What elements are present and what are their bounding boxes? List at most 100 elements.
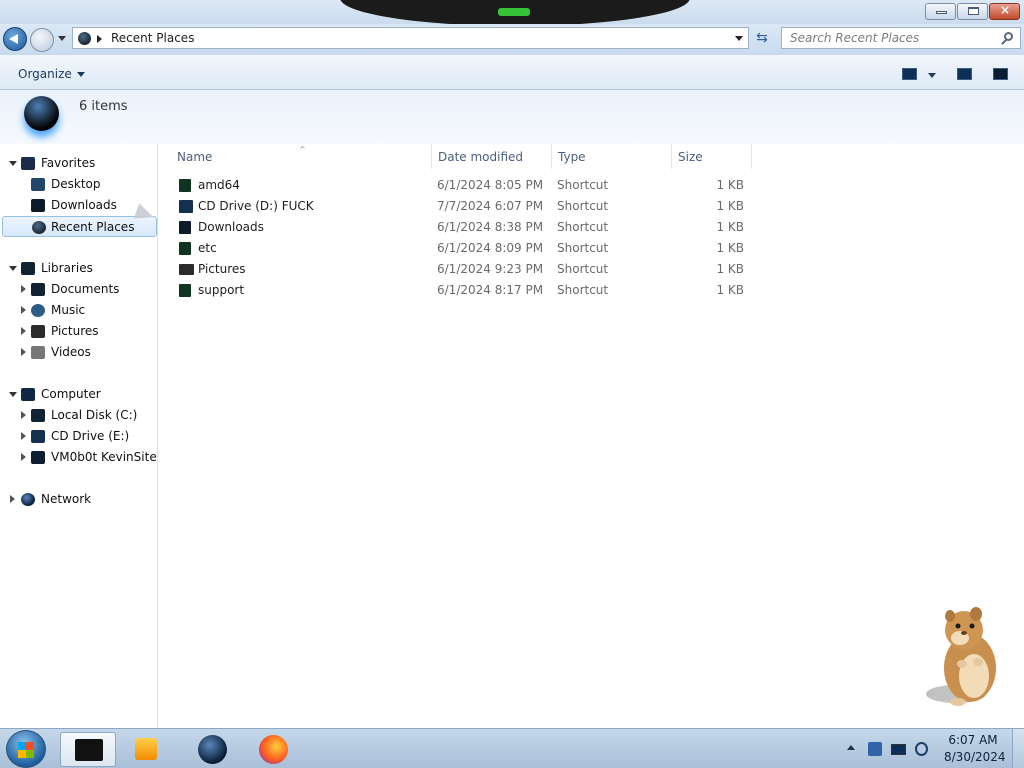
display-icon[interactable]	[891, 744, 906, 755]
column-divider[interactable]	[671, 144, 672, 169]
nav-network[interactable]: Network	[21, 489, 121, 510]
view-dropdown-icon[interactable]	[928, 73, 936, 78]
documents-icon	[31, 283, 45, 296]
clock[interactable]: 6:07 AM 8/30/2024	[944, 732, 1006, 766]
computer-expand-icon[interactable]	[9, 392, 17, 397]
folder-large-icon	[24, 96, 59, 131]
file-size: 1 KB	[716, 283, 744, 297]
nav-music[interactable]: Music	[31, 300, 131, 321]
cd-drive-expand-icon[interactable]	[21, 432, 26, 440]
column-header-name[interactable]: Name	[177, 150, 212, 164]
theme-glow	[498, 8, 530, 16]
taskbar-explorer[interactable]	[60, 732, 116, 767]
nav-favorites[interactable]: Favorites	[21, 153, 121, 174]
breadcrumb-arrow-icon[interactable]	[97, 35, 102, 43]
column-divider[interactable]	[431, 144, 432, 169]
nav-computer[interactable]: Computer	[21, 384, 121, 405]
documents-expand-icon[interactable]	[21, 285, 26, 293]
column-header-date[interactable]: Date modified	[438, 150, 523, 164]
organize-button[interactable]: Organize	[18, 67, 85, 81]
recent-places-icon	[32, 221, 46, 234]
show-desktop-button[interactable]	[1012, 729, 1024, 768]
navigation-bar: Recent Places ⇆ Search Recent Places	[0, 24, 1024, 55]
forward-button[interactable]	[30, 28, 54, 52]
action-center-icon[interactable]	[868, 742, 882, 756]
minimize-button[interactable]	[925, 3, 956, 20]
help-icon[interactable]	[993, 68, 1008, 80]
taskbar-app[interactable]	[186, 732, 242, 767]
close-button[interactable]: ×	[989, 3, 1020, 20]
file-row[interactable]: Downloads 6/1/2024 8:38 PM Shortcut 1 KB	[175, 217, 755, 238]
details-header: 6 items	[0, 90, 1024, 144]
shortcut-icon	[179, 284, 191, 297]
network-drive-expand-icon[interactable]	[21, 453, 26, 461]
maximize-button[interactable]	[957, 3, 988, 20]
minimize-icon	[936, 11, 947, 14]
network-drive-icon	[31, 451, 45, 464]
nav-libraries[interactable]: Libraries	[21, 258, 121, 279]
address-bar[interactable]: Recent Places	[72, 27, 749, 49]
computer-icon	[21, 388, 35, 401]
file-size: 1 KB	[716, 241, 744, 255]
search-input[interactable]: Search Recent Places	[781, 27, 1021, 49]
downloads-shortcut-icon	[179, 221, 191, 234]
column-header-type[interactable]: Type	[558, 150, 586, 164]
column-divider[interactable]	[551, 144, 552, 169]
organize-dropdown-icon	[76, 72, 85, 77]
column-header-size[interactable]: Size	[678, 150, 703, 164]
favorites-expand-icon[interactable]	[9, 161, 17, 166]
search-icon[interactable]	[1004, 32, 1013, 41]
local-disk-expand-icon[interactable]	[21, 411, 26, 419]
taskbar-media-player[interactable]	[118, 732, 174, 767]
column-divider[interactable]	[751, 144, 752, 169]
taskbar-firefox[interactable]	[246, 732, 302, 767]
back-button[interactable]	[3, 27, 27, 51]
item-count: 6 items	[79, 99, 128, 114]
pictures-expand-icon[interactable]	[21, 327, 26, 335]
nav-recent-places[interactable]: Recent Places	[2, 216, 157, 237]
shortcut-icon	[179, 242, 191, 255]
change-view-icon[interactable]	[902, 68, 917, 80]
preview-pane-icon[interactable]	[957, 68, 972, 80]
network-expand-icon[interactable]	[10, 495, 15, 503]
system-tray	[844, 734, 944, 764]
file-row[interactable]: Pictures 6/1/2024 9:23 PM Shortcut 1 KB	[175, 259, 755, 280]
show-hidden-icons-icon[interactable]	[847, 745, 855, 750]
network-status-icon[interactable]	[915, 742, 928, 756]
videos-expand-icon[interactable]	[21, 348, 26, 356]
libraries-expand-icon[interactable]	[9, 266, 17, 271]
file-size: 1 KB	[716, 199, 744, 213]
history-dropdown-icon[interactable]	[58, 36, 66, 41]
file-name: amd64	[198, 178, 240, 192]
file-type: Shortcut	[557, 220, 609, 234]
nav-cd-drive[interactable]: CD Drive (E:)	[31, 426, 141, 447]
file-type: Shortcut	[557, 178, 609, 192]
nav-network-drive[interactable]: VM0b0t KevinSite	[31, 447, 157, 468]
start-button[interactable]	[6, 730, 46, 768]
navigation-pane: Favorites Desktop Downloads Recent Place…	[0, 144, 158, 728]
command-bar: Organize	[0, 55, 1024, 90]
file-size: 1 KB	[716, 262, 744, 276]
file-row[interactable]: CD Drive (D:) FUCK 7/7/2024 6:07 PM Shor…	[175, 196, 755, 217]
shortcut-icon	[179, 179, 191, 192]
theme-decoration	[340, 0, 690, 26]
nav-local-disk[interactable]: Local Disk (C:)	[31, 405, 141, 426]
file-row[interactable]: etc 6/1/2024 8:09 PM Shortcut 1 KB	[175, 238, 755, 259]
file-row[interactable]: amd64 6/1/2024 8:05 PM Shortcut 1 KB	[175, 175, 755, 196]
file-size: 1 KB	[716, 178, 744, 192]
nav-pictures[interactable]: Pictures	[31, 321, 131, 342]
libraries-icon	[21, 262, 35, 275]
desktop-icon	[31, 178, 45, 191]
address-path[interactable]: Recent Places	[111, 31, 194, 45]
nav-desktop[interactable]: Desktop	[31, 174, 131, 195]
refresh-icon[interactable]: ⇆	[753, 29, 771, 47]
music-expand-icon[interactable]	[21, 306, 26, 314]
alien-orb-icon	[198, 735, 227, 764]
media-player-icon	[135, 738, 157, 760]
pictures-icon	[31, 325, 45, 338]
nav-downloads[interactable]: Downloads	[2, 195, 157, 216]
file-row[interactable]: support 6/1/2024 8:17 PM Shortcut 1 KB	[175, 280, 755, 301]
nav-videos[interactable]: Videos	[31, 342, 131, 363]
address-dropdown-icon[interactable]	[735, 36, 743, 41]
nav-documents[interactable]: Documents	[31, 279, 131, 300]
